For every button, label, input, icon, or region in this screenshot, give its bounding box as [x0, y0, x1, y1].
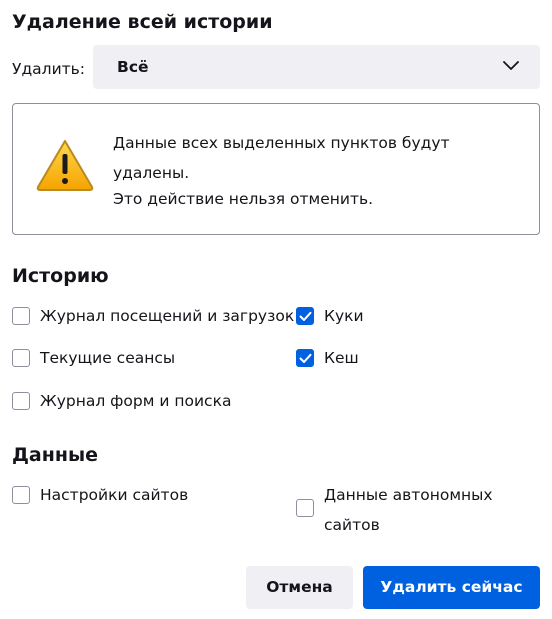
checkbox-box[interactable] [12, 349, 30, 367]
checkbox-label[interactable]: Журнал форм и поиска [40, 390, 231, 412]
warning-irreversible-note: Это действие нельзя отменить. [113, 190, 374, 208]
checkbox-label[interactable]: Текущие сеансы [40, 347, 175, 369]
checkbox-label[interactable]: Куки [324, 305, 364, 327]
chevron-down-icon [503, 61, 519, 70]
time-range-dropdown[interactable]: Всё [93, 45, 540, 89]
checkbox-label[interactable]: Данные автономных сайтов [324, 480, 524, 540]
checkbox-box[interactable] [12, 392, 30, 410]
checkbox-browsing-download-history[interactable]: Журнал посещений и загрузок [12, 305, 294, 329]
warning-box: Данные всех выделенных пунктов будут уда… [12, 103, 540, 235]
time-range-label: Удалить: [12, 60, 86, 78]
checkbox-label[interactable]: Журнал посещений и загрузок [40, 305, 294, 327]
checkbox-site-settings[interactable]: Настройки сайтов [12, 484, 232, 508]
checkbox-active-logins[interactable]: Текущие сеансы [12, 347, 232, 371]
checkmark-icon [299, 311, 312, 321]
data-section-heading: Данные [12, 444, 99, 466]
checkbox-box[interactable] [296, 307, 314, 325]
cancel-button[interactable]: Отмена [246, 566, 353, 609]
checkbox-box[interactable] [12, 486, 30, 504]
clear-now-button[interactable]: Удалить сейчас [363, 566, 540, 609]
checkbox-cookies[interactable]: Куки [296, 305, 416, 329]
warning-triangle-icon [36, 140, 94, 191]
checkbox-box[interactable] [12, 307, 30, 325]
history-section-heading: Историю [12, 265, 109, 287]
checkbox-label[interactable]: Настройки сайтов [40, 484, 188, 506]
warning-message: Данные всех выделенных пунктов будут уда… [113, 134, 450, 182]
checkbox-box[interactable] [296, 349, 314, 367]
checkbox-label[interactable]: Кеш [324, 347, 359, 369]
checkbox-form-search-history[interactable]: Журнал форм и поиска [12, 390, 272, 414]
dialog-title: Удаление всей истории [12, 11, 273, 33]
checkbox-box[interactable] [296, 499, 314, 517]
checkmark-icon [299, 353, 312, 363]
checkbox-cache[interactable]: Кеш [296, 347, 416, 371]
time-range-selected-value: Всё [117, 58, 149, 76]
checkbox-offline-website-data[interactable]: Данные автономных сайтов [296, 480, 536, 540]
